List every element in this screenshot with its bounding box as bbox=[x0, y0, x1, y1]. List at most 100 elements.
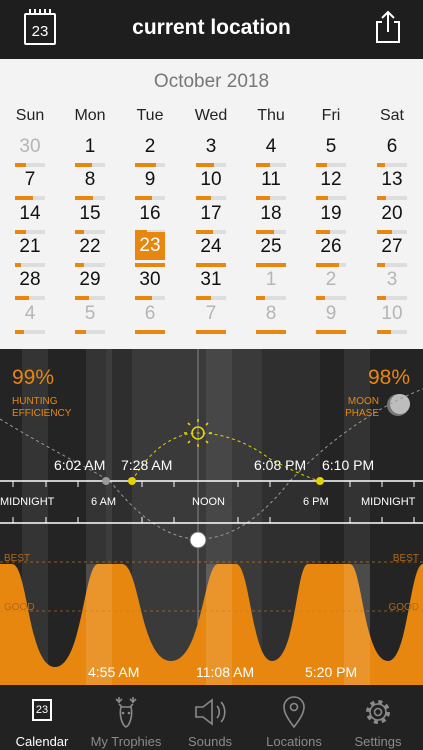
moonrise-marker bbox=[102, 477, 110, 485]
activity-bar bbox=[377, 163, 407, 167]
hunting-efficiency-label: HUNTING bbox=[12, 396, 58, 407]
best-label-left: BEST bbox=[4, 553, 30, 564]
calendar-day[interactable]: 6 bbox=[120, 303, 180, 343]
weekday-label: Sun bbox=[15, 107, 45, 124]
day-number: 23 bbox=[135, 231, 165, 260]
activity-bar bbox=[135, 163, 165, 167]
day-number: 16 bbox=[139, 202, 161, 224]
activity-bar bbox=[75, 262, 105, 267]
activity-bar bbox=[196, 329, 226, 334]
day-number: 12 bbox=[320, 169, 342, 191]
calendar-day[interactable]: 8 bbox=[241, 303, 301, 343]
sunrise-time: 7:28 AM bbox=[121, 457, 172, 473]
activity-bar-fill bbox=[135, 196, 152, 201]
tab-calendar[interactable]: 23 Calendar bbox=[0, 691, 84, 749]
day-number: 29 bbox=[79, 269, 101, 291]
calendar-day[interactable]: 5 bbox=[60, 303, 120, 343]
tab-sounds-label: Sounds bbox=[187, 734, 233, 749]
tab-locations-label: Locations bbox=[266, 734, 322, 749]
activity-bar-fill bbox=[135, 329, 165, 334]
weekday-label: Fri bbox=[321, 107, 341, 124]
activity-bar-fill bbox=[15, 262, 21, 267]
activity-bar bbox=[377, 296, 407, 301]
moon-phase-label-2: PHASE bbox=[345, 408, 379, 419]
timeline-midnight-right: MIDNIGHT bbox=[361, 496, 416, 508]
day-number: 5 bbox=[325, 136, 337, 157]
tab-calendar-label: Calendar bbox=[15, 734, 69, 749]
activity-bar bbox=[316, 196, 346, 201]
sunset-marker bbox=[316, 477, 324, 485]
speaker-icon bbox=[195, 698, 226, 726]
activity-bar-fill bbox=[256, 262, 286, 267]
tab-sounds[interactable]: Sounds bbox=[168, 691, 252, 749]
weekday-label: Thu bbox=[257, 107, 285, 124]
page-title[interactable]: current location bbox=[0, 16, 423, 40]
good-label-left: GOOD bbox=[4, 602, 35, 613]
activity-bar bbox=[377, 229, 407, 234]
tab-my-trophies[interactable]: My Trophies bbox=[84, 691, 168, 749]
activity-bar bbox=[196, 229, 226, 234]
day-number: 9 bbox=[325, 302, 337, 324]
moon-phase-value: 98% bbox=[368, 366, 410, 389]
day-number: 14 bbox=[19, 202, 41, 224]
activity-bar-fill bbox=[196, 329, 226, 334]
tab-settings[interactable]: Settings bbox=[336, 691, 420, 749]
day-number: 5 bbox=[84, 302, 96, 324]
moonrise-time: 6:02 AM bbox=[54, 457, 105, 473]
day-number: 19 bbox=[320, 202, 342, 224]
activity-bar bbox=[196, 296, 226, 301]
activity-bar bbox=[75, 296, 105, 301]
tab-settings-label: Settings bbox=[354, 734, 402, 749]
calendar-day[interactable]: 7 bbox=[181, 303, 241, 343]
activity-chart[interactable]: 99% HUNTING EFFICIENCY 98% MOON PHASE 6:… bbox=[0, 349, 423, 685]
activity-bar-fill bbox=[135, 262, 165, 267]
activity-bar bbox=[75, 196, 105, 201]
day-number: 11 bbox=[261, 169, 281, 191]
calendar-day[interactable]: 9 bbox=[301, 303, 361, 343]
activity-bar-fill bbox=[75, 262, 84, 267]
tab-my-trophies-label: My Trophies bbox=[90, 734, 162, 749]
moon-phase-label: MOON bbox=[348, 396, 379, 407]
hunting-efficiency-label-2: EFFICIENCY bbox=[12, 408, 72, 419]
activity-bar bbox=[377, 262, 407, 267]
activity-bar-fill bbox=[256, 229, 274, 234]
weekday-label: Sat bbox=[379, 107, 404, 124]
day-number: 10 bbox=[200, 169, 222, 191]
weekday-label: Wed bbox=[194, 107, 228, 124]
sunrise-marker bbox=[128, 477, 136, 485]
activity-bar bbox=[196, 196, 226, 201]
activity-bar-fill bbox=[377, 163, 385, 167]
day-number: 7 bbox=[24, 169, 36, 191]
share-icon[interactable] bbox=[373, 10, 403, 44]
activity-bar-fill bbox=[256, 196, 270, 201]
activity-bar bbox=[75, 229, 105, 234]
activity-bar bbox=[75, 329, 105, 334]
tab-locations[interactable]: Locations bbox=[252, 691, 336, 749]
weekday-label: Tue bbox=[136, 107, 164, 124]
location-pin-icon bbox=[283, 696, 305, 729]
day-number: 1 bbox=[84, 136, 96, 157]
activity-bar bbox=[135, 296, 165, 301]
activity-bar-fill bbox=[316, 262, 339, 267]
chart-svg: 99% HUNTING EFFICIENCY 98% MOON PHASE 6:… bbox=[0, 349, 423, 685]
activity-bar-fill bbox=[15, 163, 26, 167]
activity-bar bbox=[256, 196, 286, 201]
day-number: 18 bbox=[260, 202, 282, 224]
day-number: 6 bbox=[386, 136, 398, 157]
day-number: 10 bbox=[381, 302, 403, 324]
activity-bar-fill bbox=[316, 229, 330, 234]
calendar-day[interactable]: 4 bbox=[0, 303, 60, 343]
activity-bar-fill bbox=[316, 329, 346, 334]
day-number: 13 bbox=[381, 169, 403, 191]
day-number: 7 bbox=[205, 302, 217, 324]
activity-bar bbox=[316, 229, 346, 234]
calendar-day[interactable]: 10 bbox=[362, 303, 422, 343]
day-number: 4 bbox=[24, 302, 36, 324]
activity-bar-fill bbox=[316, 196, 328, 201]
timeline-6am: 6 AM bbox=[91, 496, 116, 508]
day-number: 4 bbox=[265, 136, 277, 157]
activity-bar-fill bbox=[75, 229, 84, 234]
activity-bar-fill bbox=[196, 229, 213, 234]
day-number: 24 bbox=[200, 235, 222, 257]
activity-bar-fill bbox=[196, 163, 214, 167]
